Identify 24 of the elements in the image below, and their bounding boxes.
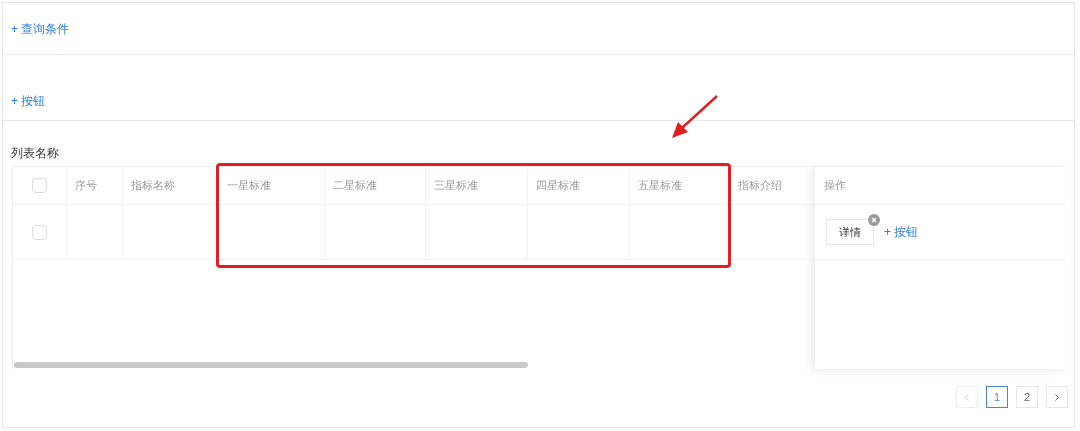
horizontal-scrollbar[interactable]	[14, 362, 528, 368]
page-button[interactable]: 2	[1016, 386, 1038, 408]
column-header: 序号	[74, 178, 97, 194]
query-conditions-toggle[interactable]: + 查询条件	[11, 19, 70, 38]
column-header: 五星标准	[638, 178, 683, 194]
page-button[interactable]: 1	[986, 386, 1008, 408]
list-title: 列表名称	[11, 145, 59, 161]
detail-button[interactable]: 详情	[826, 219, 874, 246]
chevron-right-icon	[1054, 392, 1060, 402]
annotation-arrow	[670, 94, 720, 140]
column-header: 三星标准	[434, 178, 479, 194]
column-header: 二星标准	[332, 178, 377, 194]
add-button[interactable]: + 按钮	[11, 92, 46, 110]
column-header: 四星标准	[536, 178, 581, 194]
checkbox[interactable]	[31, 178, 47, 193]
column-header: 一星标准	[226, 178, 271, 194]
column-header: 指标名称	[130, 178, 175, 194]
close-icon[interactable]	[868, 213, 880, 226]
next-page-button[interactable]	[1046, 386, 1068, 408]
chevron-left-icon	[964, 392, 970, 402]
column-header: 指标介绍	[738, 178, 783, 194]
add-button[interactable]: + 按钮	[884, 223, 919, 241]
column-header: 操作	[824, 178, 846, 194]
checkbox[interactable]	[31, 224, 47, 240]
